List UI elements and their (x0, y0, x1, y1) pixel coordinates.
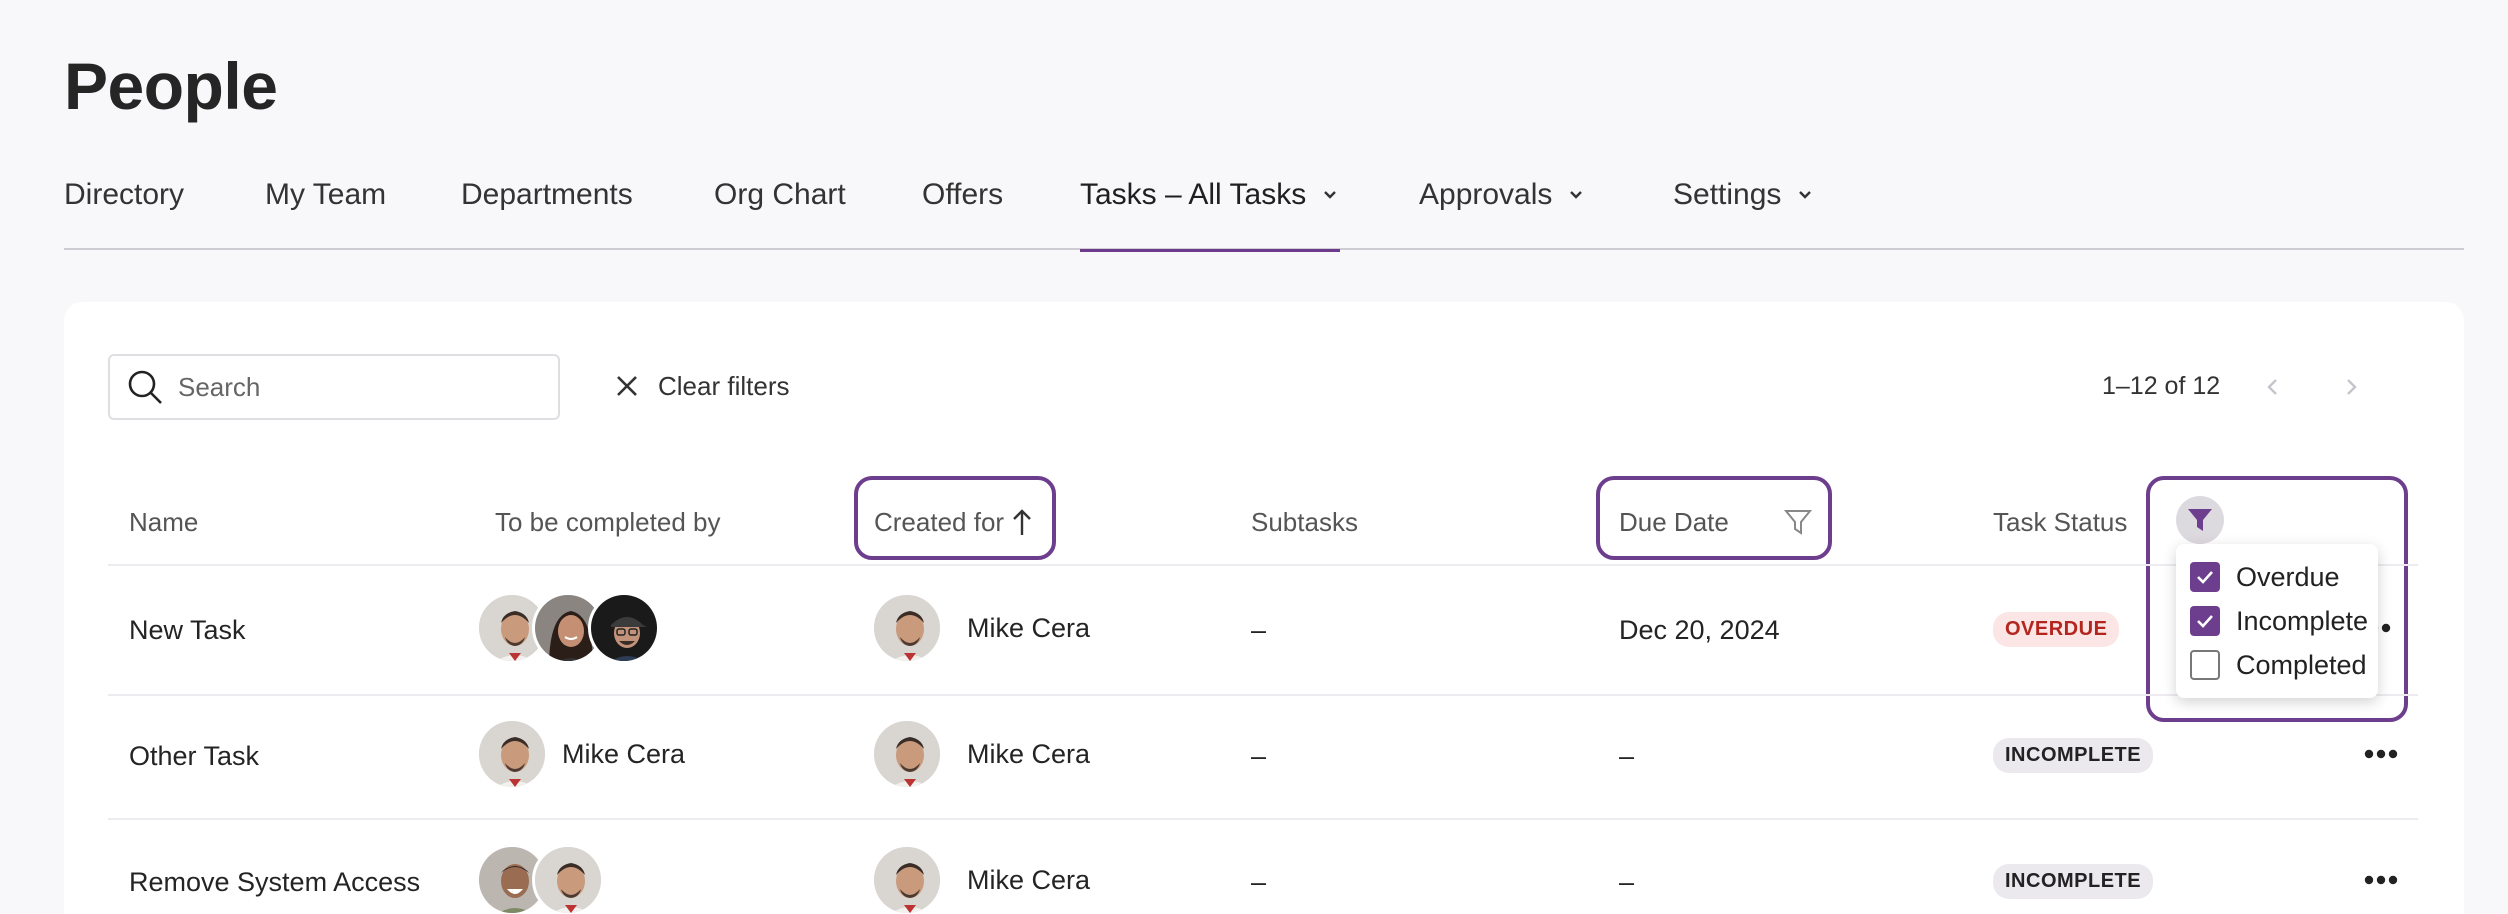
subtasks-cell: – (1251, 866, 1267, 897)
header-label: To be completed by (495, 506, 721, 537)
checkbox-checked[interactable] (2190, 606, 2220, 636)
status-filter-button[interactable] (2176, 496, 2224, 544)
nav-label: Approvals (1419, 178, 1553, 211)
filter-icon[interactable] (1783, 507, 1813, 537)
person-name: Mike Cera (967, 864, 1091, 895)
avatar (476, 718, 548, 790)
assignee-avatars[interactable] (476, 844, 604, 914)
nav-approvals[interactable]: Approvals (1419, 178, 1586, 250)
tasks-card: Clear filters 1–12 of 12 Name To be comp… (64, 302, 2464, 914)
chevron-down-icon (1324, 191, 1337, 199)
avatar (871, 592, 943, 664)
person-name: Mike Cera (562, 738, 686, 769)
clear-filters-button[interactable]: Clear filters (614, 364, 789, 408)
avatar (871, 844, 943, 914)
column-header-task-status[interactable]: Task Status (1993, 502, 2127, 542)
subtasks-cell: – (1251, 740, 1267, 771)
person-name: Mike Cera (967, 612, 1091, 643)
option-label: Overdue (2236, 561, 2340, 592)
column-header-created-for[interactable]: Created for (874, 502, 1034, 542)
status-cell: INCOMPLETE (1993, 738, 2154, 773)
due-date-cell: – (1619, 740, 1635, 771)
more-horizontal-icon (2364, 749, 2398, 759)
column-header-completed-by[interactable]: To be completed by (495, 502, 720, 542)
status-filter-dropdown: Overdue Incomplete Completed (2176, 544, 2378, 698)
check-icon (2197, 615, 2213, 628)
more-horizontal-icon (2364, 875, 2398, 885)
nav-directory[interactable]: Directory (64, 178, 184, 250)
filter-option-completed[interactable]: Completed (2190, 648, 2367, 682)
assignee-avatars[interactable] (476, 592, 660, 664)
row-divider (108, 694, 2418, 696)
option-label: Incomplete (2236, 605, 2369, 636)
subtasks-cell: – (1251, 614, 1267, 645)
chevron-down-icon (1799, 191, 1812, 199)
nav-org-chart[interactable]: Org Chart (714, 178, 846, 250)
nav-label: Departments (461, 178, 633, 211)
chevron-right-icon (2347, 379, 2357, 395)
nav-tasks-all-tasks[interactable]: Tasks – All Tasks (1080, 178, 1341, 252)
nav-departments[interactable]: Departments (461, 178, 633, 250)
status-badge: OVERDUE (1993, 612, 2120, 647)
pagination-text: 1–12 of 12 (2102, 372, 2221, 400)
nav-offers[interactable]: Offers (922, 178, 1003, 250)
column-header-subtasks[interactable]: Subtasks (1251, 502, 1358, 542)
header-label: Due Date (1619, 506, 1729, 537)
checkbox-checked[interactable] (2190, 562, 2220, 592)
option-label: Completed (2236, 649, 2367, 680)
close-icon (617, 376, 637, 396)
search-icon (128, 370, 162, 404)
due-date-cell: Dec 20, 2024 (1619, 614, 1780, 645)
created-for-cell[interactable]: Mike Cera (871, 592, 1090, 664)
status-badge: INCOMPLETE (1993, 864, 2154, 899)
people-nav: Directory My Team Departments Org Chart … (64, 178, 2464, 252)
column-header-due-date[interactable]: Due Date (1619, 502, 1813, 542)
status-cell: OVERDUE (1993, 612, 2120, 647)
status-cell: INCOMPLETE (1993, 864, 2154, 899)
created-for-cell[interactable]: Mike Cera (871, 844, 1090, 914)
nav-label: Settings (1673, 178, 1782, 211)
prev-page-button[interactable] (2258, 372, 2288, 402)
due-date-cell: – (1619, 866, 1635, 897)
row-divider (108, 818, 2418, 820)
task-name[interactable]: Remove System Access (129, 862, 420, 902)
avatar (871, 718, 943, 790)
filter-option-overdue[interactable]: Overdue (2190, 560, 2340, 594)
task-name[interactable]: Other Task (129, 736, 259, 776)
nav-my-team[interactable]: My Team (265, 178, 386, 250)
nav-settings[interactable]: Settings (1673, 178, 1815, 250)
avatar (588, 592, 660, 664)
task-name[interactable]: New Task (129, 610, 246, 650)
checkbox-unchecked[interactable] (2190, 650, 2220, 680)
row-actions-button[interactable] (2361, 860, 2401, 900)
nav-label: Offers (922, 178, 1004, 211)
nav-label: Directory (64, 178, 185, 211)
avatar (532, 844, 604, 914)
nav-label: My Team (265, 178, 387, 211)
page-title: People (64, 49, 278, 123)
header-label: Task Status (1993, 506, 2128, 537)
next-page-button[interactable] (2336, 372, 2366, 402)
check-icon (2197, 571, 2213, 584)
row-divider (108, 564, 2418, 566)
column-header-name[interactable]: Name (129, 502, 198, 542)
created-for-cell[interactable]: Mike Cera (871, 718, 1090, 790)
person-name: Mike Cera (967, 738, 1091, 769)
filter-option-incomplete[interactable]: Incomplete (2190, 604, 2368, 638)
header-label: Created for (874, 506, 1005, 537)
nav-label: Tasks – All Tasks (1080, 178, 1307, 211)
assignee-cell[interactable]: Mike Cera (476, 718, 685, 790)
chevron-down-icon (1570, 191, 1583, 199)
header-label: Name (129, 506, 199, 537)
row-actions-button[interactable] (2361, 734, 2401, 774)
header-label: Subtasks (1251, 506, 1358, 537)
arrow-up-icon (1013, 509, 1031, 535)
search-input[interactable] (178, 371, 518, 403)
clear-filters-label: Clear filters (658, 370, 790, 401)
filter-icon (2188, 509, 2212, 531)
search-box[interactable] (108, 354, 560, 420)
nav-label: Org Chart (714, 178, 846, 211)
chevron-left-icon (2267, 379, 2277, 395)
status-badge: INCOMPLETE (1993, 738, 2154, 773)
